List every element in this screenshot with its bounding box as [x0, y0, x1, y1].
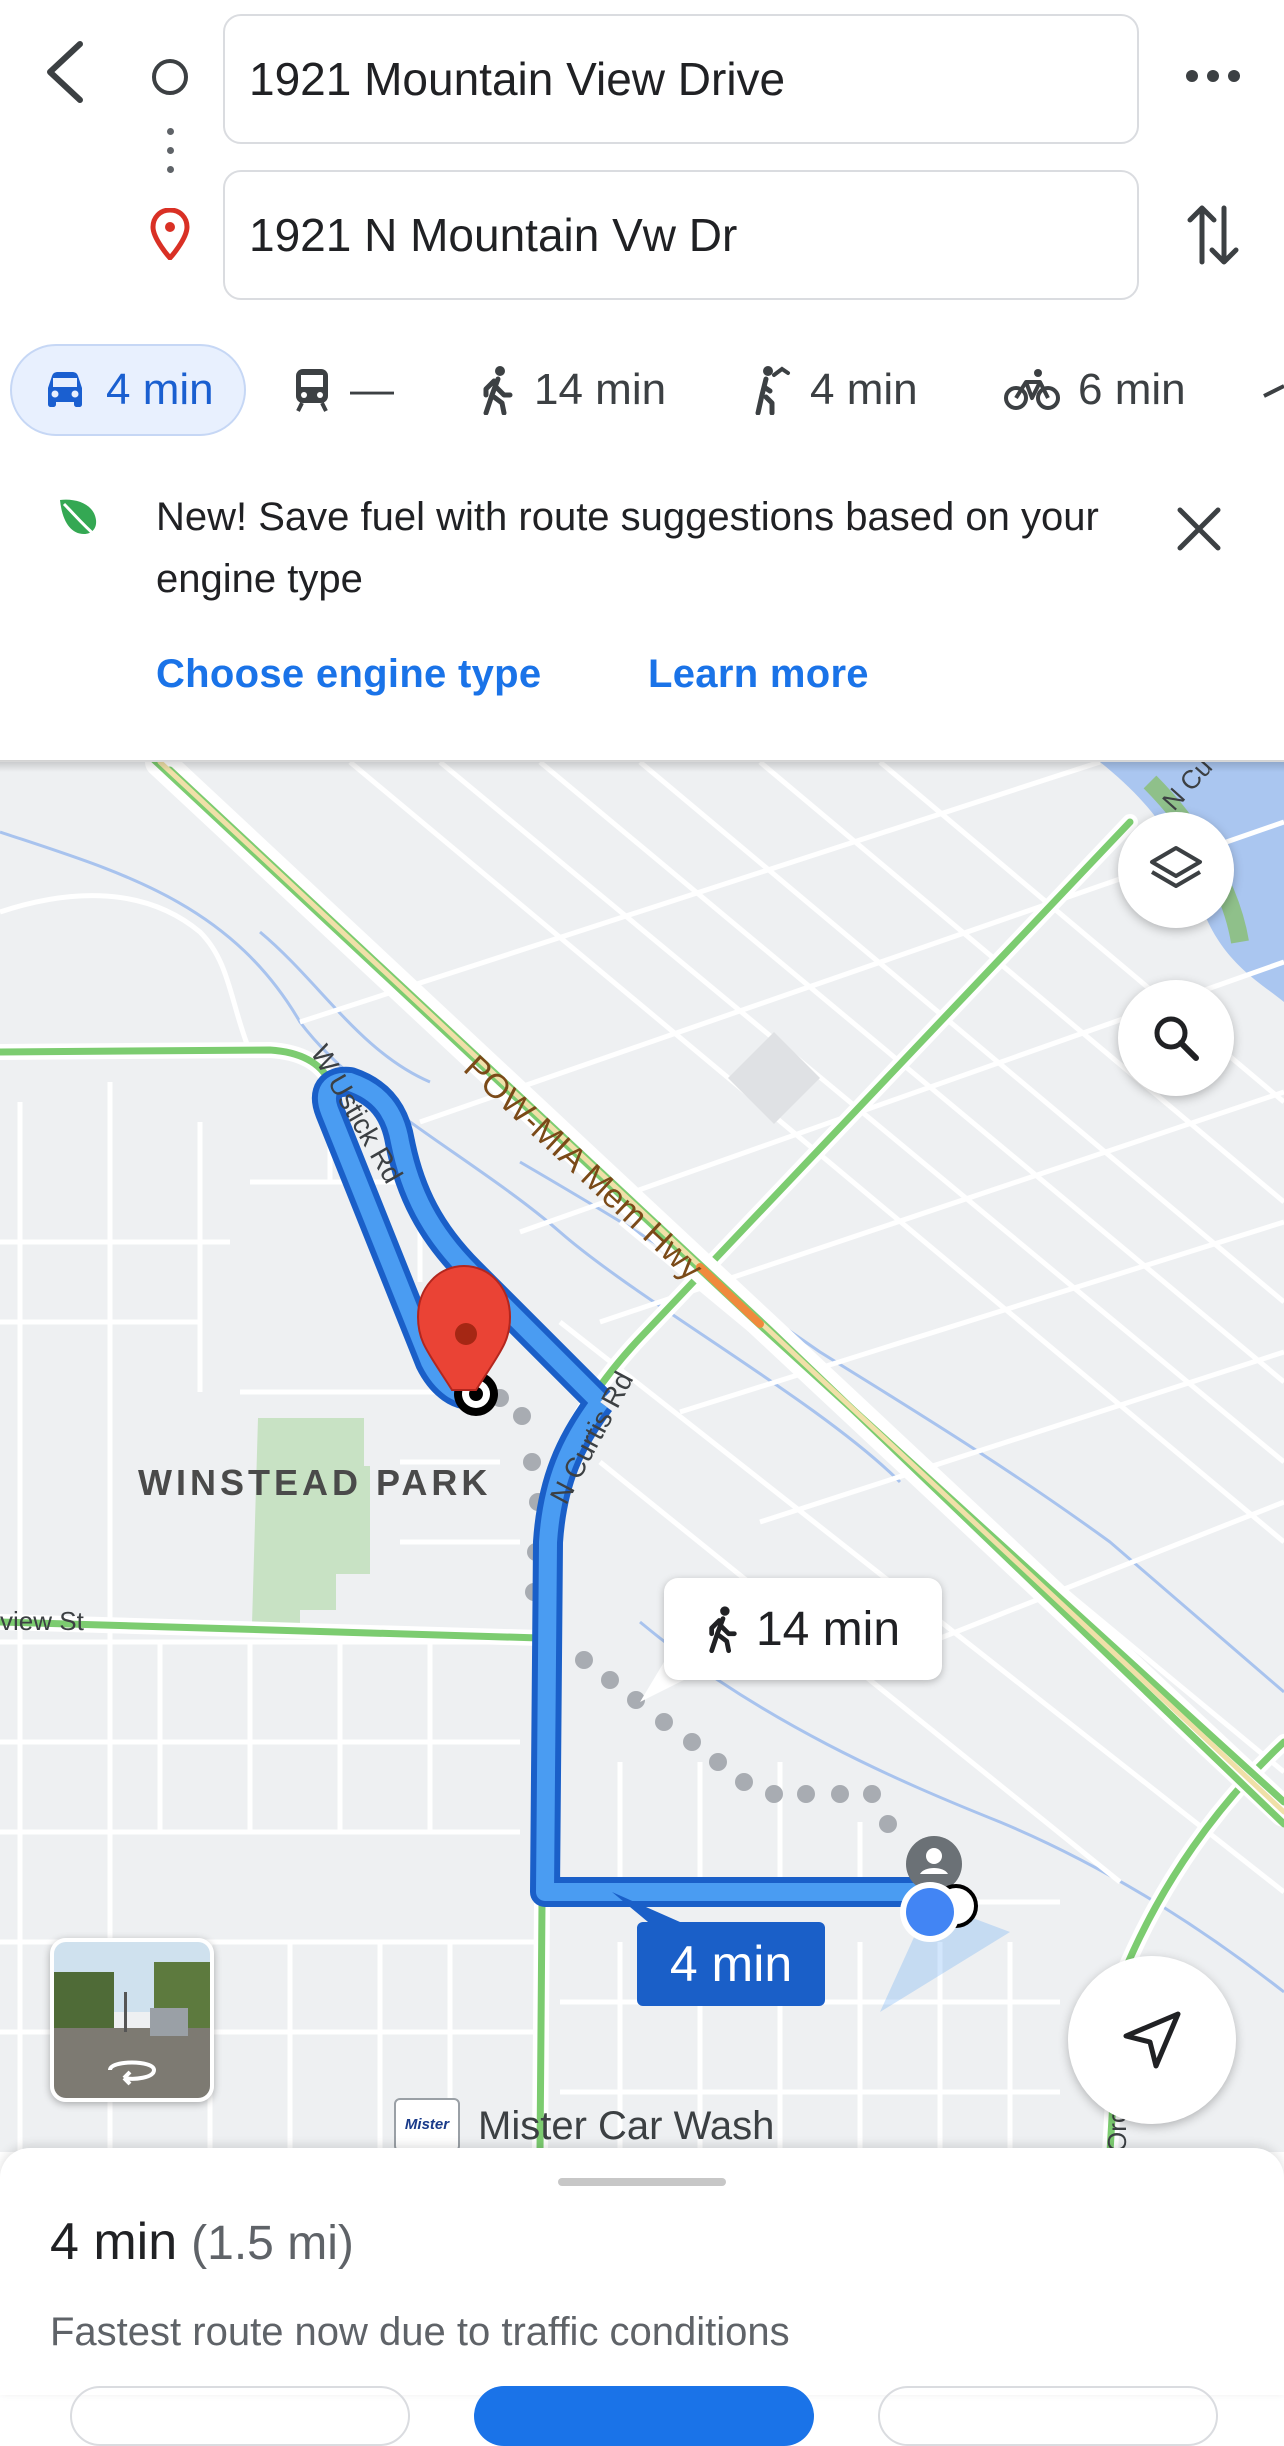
walking-icon: [709, 1606, 737, 1653]
layers-button[interactable]: [1118, 812, 1234, 928]
choose-engine-type-link[interactable]: Choose engine type: [156, 652, 541, 697]
origin-input[interactable]: 1921 Mountain View Drive: [223, 14, 1139, 144]
car-icon: [48, 372, 82, 407]
bicycle-icon: [1004, 369, 1060, 410]
route-note: Fastest route now due to traffic conditi…: [50, 2310, 790, 2354]
swap-directions-icon[interactable]: [1186, 200, 1240, 270]
tab-driving-label: 4 min: [106, 365, 214, 414]
carwash-label[interactable]: Mister Car Wash: [478, 2104, 774, 2149]
layers-icon: [1150, 846, 1202, 888]
walking-eta-label: 14 min: [755, 1602, 901, 1656]
tab-walking-label: 14 min: [534, 365, 667, 414]
route-connector-dots: [164, 128, 176, 180]
origin-circle-icon: [152, 59, 188, 95]
tab-cycling-label: 6 min: [1078, 365, 1186, 414]
map-search-button[interactable]: [1118, 980, 1234, 1096]
tab-cycling[interactable]: 6 min: [1004, 344, 1186, 436]
walking-eta-bubble[interactable]: 14 min: [664, 1578, 942, 1680]
promo-message: New! Save fuel with route suggestions ba…: [156, 495, 1099, 601]
driving-eta-bubble[interactable]: 4 min: [637, 1922, 825, 2006]
sheet-action-button[interactable]: [878, 2386, 1218, 2446]
route-summary-sheet[interactable]: 4 min (1.5 mi) Fastest route now due to t…: [0, 2148, 1284, 2446]
fuel-savings-promo: New! Save fuel with route suggestions ba…: [0, 456, 1284, 762]
destination-pin-icon: [150, 207, 190, 262]
walking-icon: [483, 366, 513, 415]
drag-handle[interactable]: [558, 2178, 726, 2186]
ride-hailing-icon: [755, 366, 790, 415]
directions-header: 1921 Mountain View Drive 1921 N Mountain…: [0, 0, 1284, 330]
street-view-thumbnail[interactable]: [50, 1938, 214, 2102]
back-arrow-icon[interactable]: [36, 36, 96, 108]
eco-leaf-icon: [56, 494, 102, 540]
tab-driving[interactable]: 4 min: [10, 344, 246, 436]
route-map[interactable]: W Ustick Rd POW-MIA Mem Hwy N Curtis Rd …: [0, 762, 1284, 2152]
search-icon: [1154, 1016, 1199, 1061]
route-summary: 4 min (1.5 mi): [50, 2212, 354, 2272]
park-area: [252, 1418, 370, 1624]
tab-ride-hailing[interactable]: 4 min: [752, 344, 918, 436]
tab-walking[interactable]: 14 min: [480, 344, 666, 436]
carwash-logo: Mister: [394, 2098, 460, 2152]
train-icon: [296, 369, 328, 412]
flight-icon: [1263, 384, 1284, 398]
park-label: WINSTEAD PARK: [138, 1462, 492, 1503]
promo-divider-shadow: [0, 760, 1284, 772]
tab-ride-hailing-label: 4 min: [810, 365, 918, 414]
tab-transit[interactable]: —: [292, 344, 394, 436]
tab-more-modes[interactable]: [1262, 344, 1284, 436]
navigation-arrow-icon: [1123, 2011, 1181, 2069]
start-button[interactable]: [474, 2386, 814, 2446]
close-icon[interactable]: [1174, 504, 1224, 554]
learn-more-link[interactable]: Learn more: [648, 652, 869, 697]
recenter-button[interactable]: [1068, 1956, 1236, 2124]
destination-input[interactable]: 1921 N Mountain Vw Dr: [223, 170, 1139, 300]
road-label-view: view St: [0, 1606, 85, 1636]
route-duration: 4 min: [50, 2213, 178, 2271]
travel-mode-tabs: 4 min — 14 min 4 min 6 min: [0, 344, 1284, 436]
tab-transit-label: —: [350, 365, 394, 414]
sheet-action-button[interactable]: [70, 2386, 410, 2446]
route-distance: (1.5 mi): [191, 2217, 354, 2270]
more-options-icon[interactable]: [1182, 60, 1244, 92]
